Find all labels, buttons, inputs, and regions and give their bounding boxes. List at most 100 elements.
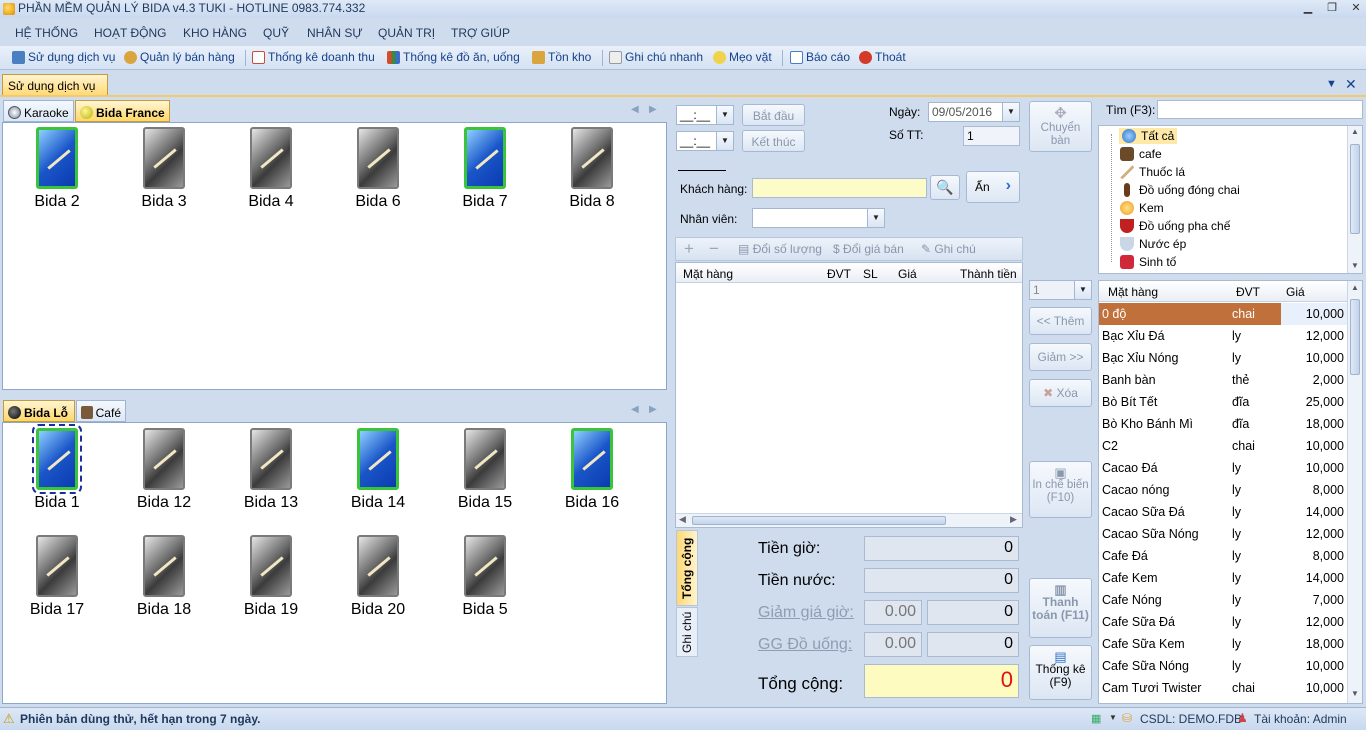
start-time-picker[interactable]: __:__ ▼ — [676, 105, 734, 125]
drink-discount-label[interactable]: GG Đồ uống: — [758, 636, 852, 654]
tab-ghi-chu[interactable]: Ghi chú — [676, 607, 698, 657]
category-scrollbar[interactable]: ▲ ▼ — [1347, 126, 1362, 273]
table-bida-4[interactable]: Bida 4 — [239, 123, 303, 210]
toolbar-revenue-button[interactable]: Thống kê doanh thu — [252, 50, 375, 64]
menu-hoat-dong[interactable]: HOẠT ĐỘNG — [94, 26, 166, 40]
toolbar-report-button[interactable]: Báo cáo — [790, 50, 850, 64]
end-time-picker[interactable]: __:__ ▼ — [676, 131, 734, 151]
toolbar-sales-button[interactable]: Quản lý bán hàng — [124, 50, 235, 64]
table-bida-2[interactable]: Bida 2 — [25, 123, 89, 210]
column-header[interactable]: Giá — [1286, 285, 1305, 299]
column-header[interactable]: Giá — [898, 267, 917, 281]
chevron-down-icon[interactable]: ▼ — [1109, 713, 1117, 722]
staff-select[interactable]: ▼ — [752, 208, 885, 228]
table-bida-17[interactable]: Bida 17 — [25, 531, 89, 618]
scroll-right-icon[interactable]: ▶ — [1010, 514, 1017, 525]
product-row[interactable]: Cafe Sữa Nóng ly 10,000 — [1099, 655, 1348, 677]
tab-dropdown-icon[interactable]: ▼ — [1326, 78, 1337, 90]
menu-kho-hang[interactable]: KHO HÀNG — [183, 26, 247, 40]
column-header[interactable]: Mặt hàng — [683, 267, 733, 281]
tab-bida-france[interactable]: Bida France — [75, 100, 170, 122]
tab-bida-lo[interactable]: Bida Lỗ — [3, 400, 75, 422]
menu-tro-giup[interactable]: TRỢ GIÚP — [451, 26, 510, 40]
horizontal-scrollbar[interactable]: ◀ ▶ — [676, 513, 1022, 527]
category-all[interactable]: Tất cả — [1119, 128, 1178, 144]
table-bida-15[interactable]: Bida 15 — [453, 424, 517, 511]
note-button[interactable]: ✎ Ghi chú — [921, 242, 976, 256]
product-row[interactable]: 0 độ chai 10,000 — [1099, 303, 1348, 325]
category-thuoc-la[interactable]: Thuốc lá — [1120, 165, 1185, 179]
print-kitchen-button[interactable]: ▣ In chế biến (F10) — [1029, 461, 1092, 518]
product-search-input[interactable] — [1157, 100, 1363, 119]
scroll-down-icon[interactable]: ▼ — [1351, 261, 1359, 270]
scroll-down-icon[interactable]: ▼ — [1351, 689, 1359, 698]
search-customer-button[interactable]: 🔍 — [930, 175, 960, 200]
table-bida-13[interactable]: Bida 13 — [239, 424, 303, 511]
chevron-down-icon[interactable]: ▼ — [1002, 103, 1019, 121]
drink-discount-percent[interactable]: 0.00 — [864, 632, 922, 657]
product-scrollbar[interactable]: ▲ ▼ — [1347, 281, 1362, 703]
reduce-item-button[interactable]: Giảm >> — [1029, 343, 1092, 371]
product-row[interactable]: Cacao Đá ly 10,000 — [1099, 457, 1348, 479]
scroll-thumb[interactable] — [1350, 144, 1360, 234]
product-row[interactable]: Cafe Đá ly 8,000 — [1099, 545, 1348, 567]
plus-icon[interactable]: + — [684, 239, 694, 259]
category-cafe[interactable]: cafe — [1120, 147, 1162, 161]
scroll-up-icon[interactable]: ▲ — [1351, 283, 1359, 292]
tab-close-icon[interactable]: ✕ — [1345, 76, 1357, 93]
menu-he-thong[interactable]: HỆ THỐNG — [15, 26, 78, 40]
close-button[interactable]: ✕ — [1348, 2, 1364, 15]
table-bida-5[interactable]: Bida 5 — [453, 531, 517, 618]
toolbar-tips-button[interactable]: Mẹo vặt — [713, 50, 772, 64]
date-picker[interactable]: 09/05/2016 ▼ — [928, 102, 1020, 122]
minus-icon[interactable]: − — [709, 239, 719, 259]
change-price-button[interactable]: $ Đổi giá bán — [833, 242, 904, 256]
table-bida-16[interactable]: Bida 16 — [560, 424, 624, 511]
tab-scroll-left-icon[interactable]: ◀ — [631, 104, 639, 115]
product-row[interactable]: Cacao nóng ly 8,000 — [1099, 479, 1348, 501]
table-bida-6[interactable]: Bida 6 — [346, 123, 410, 210]
quantity-select[interactable]: 1 ▼ — [1029, 280, 1092, 300]
table-bida-7[interactable]: Bida 7 — [453, 123, 517, 210]
product-row[interactable]: Bạc Xỉu Đá ly 12,000 — [1099, 325, 1348, 347]
column-header[interactable]: SL — [863, 267, 878, 281]
product-row[interactable]: Cacao Sữa Nóng ly 12,000 — [1099, 523, 1348, 545]
product-row[interactable]: Cafe Sữa Đá ly 12,000 — [1099, 611, 1348, 633]
tab-tong-cong[interactable]: Tổng cộng — [676, 530, 698, 606]
table-bida-1[interactable]: Bida 1 — [25, 424, 89, 511]
category-nuoc-ep[interactable]: Nước ép — [1120, 237, 1186, 251]
product-row[interactable]: Cafe Nóng ly 7,000 — [1099, 589, 1348, 611]
pay-button[interactable]: ▥ Thanh toán (F11) — [1029, 578, 1092, 638]
table-bida-14[interactable]: Bida 14 — [346, 424, 410, 511]
toolbar-exit-button[interactable]: Thoát — [859, 50, 906, 64]
category-mixed-drinks[interactable]: Đồ uống pha chế — [1120, 219, 1230, 233]
product-row[interactable]: Cam Tươi Twister chai 10,000 — [1099, 677, 1348, 699]
column-header[interactable]: ĐVT — [1236, 285, 1260, 299]
product-row[interactable]: C2 chai 10,000 — [1099, 435, 1348, 457]
statistics-button[interactable]: ▤ Thống kê (F9) — [1029, 645, 1092, 700]
chevron-down-icon[interactable]: ▼ — [867, 209, 884, 227]
tab-scroll-right-icon[interactable]: ▶ — [649, 104, 657, 115]
chevron-down-icon[interactable]: ▼ — [716, 132, 733, 150]
menu-nhan-su[interactable]: NHÂN SỰ — [307, 26, 363, 40]
time-discount-percent[interactable]: 0.00 — [864, 600, 922, 625]
column-header[interactable]: Mặt hàng — [1108, 285, 1158, 299]
category-sinh-to[interactable]: Sinh tố — [1120, 255, 1176, 269]
scroll-thumb[interactable] — [692, 516, 946, 525]
tab-scroll-right-icon[interactable]: ▶ — [649, 404, 657, 415]
tab-karaoke[interactable]: Karaoke — [3, 100, 74, 122]
table-bida-19[interactable]: Bida 19 — [239, 531, 303, 618]
product-row[interactable]: Banh bàn thẻ 2,000 — [1099, 369, 1348, 391]
table-bida-8[interactable]: Bida 8 — [560, 123, 624, 210]
start-button[interactable]: Bắt đầu — [742, 104, 805, 126]
toolbar-quick-note-button[interactable]: Ghi chú nhanh — [609, 50, 703, 64]
change-quantity-button[interactable]: ▤ Đổi số lượng — [738, 242, 822, 256]
product-row[interactable]: Cacao Sữa Đá ly 14,000 — [1099, 501, 1348, 523]
transfer-table-button[interactable]: ✥ Chuyển bàn — [1029, 101, 1092, 152]
menu-quan-tri[interactable]: QUẢN TRỊ — [378, 26, 435, 40]
table-bida-3[interactable]: Bida 3 — [132, 123, 196, 210]
hide-button[interactable]: Ẩn › — [966, 171, 1020, 203]
add-item-button[interactable]: << Thêm — [1029, 307, 1092, 335]
column-header[interactable]: ĐVT — [827, 267, 851, 281]
customer-input[interactable] — [752, 178, 927, 198]
